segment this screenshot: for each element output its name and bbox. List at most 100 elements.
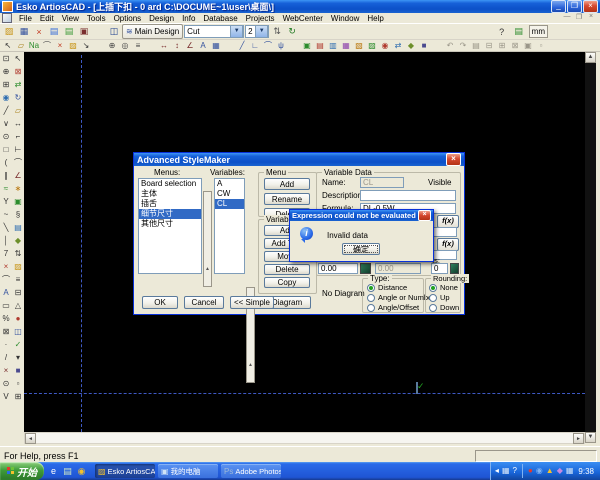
layers-icon[interactable]: ≡ <box>132 40 144 51</box>
rounding-radio-option[interactable]: Down <box>429 303 459 312</box>
menu-item[interactable]: Window <box>327 14 363 23</box>
design-3d-icon[interactable]: ◆ <box>405 40 417 51</box>
media-player-icon[interactable]: ◉ <box>76 466 87 477</box>
chevron-down-icon[interactable]: ▼ <box>255 25 268 38</box>
menus-list-scrollbar[interactable]: ▲ <box>203 191 212 287</box>
menu-item[interactable]: Options <box>110 14 146 23</box>
group-icon[interactable]: ⊞ <box>496 40 508 51</box>
undo-icon[interactable]: ↶ <box>444 40 456 51</box>
dot2-icon[interactable]: ● <box>13 312 24 325</box>
check-icon[interactable]: ✓ <box>13 338 24 351</box>
v-notch-icon[interactable]: V <box>1 390 12 403</box>
layout-icon[interactable]: ▤ <box>314 40 326 51</box>
parallel-icon[interactable]: ∥ <box>1 169 12 182</box>
vertical-scrollbar[interactable]: ▲ <box>585 52 596 432</box>
rebuild-icon[interactable]: ↻ <box>285 25 299 38</box>
rectangle-icon[interactable]: □ <box>1 143 12 156</box>
restore-button[interactable]: ❐ <box>567 0 582 13</box>
panel-icon[interactable]: ▤ <box>13 221 24 234</box>
triangle-icon[interactable]: △ <box>13 299 24 312</box>
render-icon[interactable]: ■ <box>418 40 430 51</box>
detail-view-icon[interactable]: ◎ <box>119 40 131 51</box>
stylemaker-dialog-titlebar[interactable]: Advanced StyleMaker × <box>134 153 464 166</box>
ungroup-icon[interactable]: ⊠ <box>509 40 521 51</box>
delete-x-icon[interactable]: × <box>1 260 12 273</box>
clipboard-icon[interactable]: ▱ <box>15 40 27 51</box>
dropdown-icon[interactable]: ▾ <box>13 351 24 364</box>
line-icon[interactable]: ╱ <box>1 104 12 117</box>
solid-icon[interactable]: ■ <box>13 364 24 377</box>
cancel-button[interactable]: Cancel <box>184 296 224 309</box>
folder-tool-icon[interactable]: ▨ <box>67 40 79 51</box>
menu-item[interactable]: WebCenter <box>279 14 327 23</box>
hatch-icon[interactable]: ▨ <box>13 260 24 273</box>
doc-blue-icon[interactable]: ▤ <box>47 25 61 38</box>
close-button[interactable]: × <box>583 0 598 13</box>
diamond-icon[interactable]: ◆ <box>13 234 24 247</box>
scale-combo[interactable]: 2 ▼ <box>245 25 269 38</box>
delete-tool-icon[interactable]: × <box>54 40 66 51</box>
list-item[interactable]: A <box>215 179 244 189</box>
list-item[interactable]: 细节尺寸 <box>139 209 201 219</box>
properties-icon[interactable]: ▤ <box>470 40 482 51</box>
spec-book-icon[interactable]: ▤ <box>512 25 526 38</box>
doc-green-icon[interactable]: ▤ <box>62 25 76 38</box>
scrollbar-track[interactable] <box>36 433 573 443</box>
menu-item[interactable]: Database <box>199 14 241 23</box>
dim-vertical-icon[interactable]: ↕ <box>171 40 183 51</box>
collapse-icon[interactable]: ⊟ <box>13 286 24 299</box>
help-tray-icon[interactable]: ? <box>513 462 517 480</box>
workspace-icon[interactable]: ◫ <box>107 25 121 38</box>
print-icon[interactable]: ▣ <box>77 25 91 38</box>
error-dialog-titlebar[interactable]: Expression could not be evaluated × <box>290 210 433 221</box>
arc-tool-icon[interactable]: ⌒ <box>262 40 274 51</box>
default-value-field[interactable]: 0.00 <box>318 263 358 274</box>
variable-action-button[interactable]: Copy <box>264 277 310 288</box>
branch-icon[interactable]: Y <box>1 195 12 208</box>
arc-icon[interactable]: ( <box>1 156 12 169</box>
scale-percent-icon[interactable]: % <box>1 312 12 325</box>
rounding-radio-option[interactable]: None <box>429 283 459 292</box>
curve-icon[interactable]: ~ <box>1 208 12 221</box>
grid2-icon[interactable]: ⊞ <box>13 390 24 403</box>
menus-list[interactable]: Board selection主体插舌细节尺寸其他尺寸 <box>138 178 202 274</box>
to-front-icon[interactable]: ▣ <box>522 40 534 51</box>
divide-icon[interactable]: / <box>1 351 12 364</box>
list-item[interactable]: CW <box>215 189 244 199</box>
plot-icon[interactable]: ▦ <box>340 40 352 51</box>
taskbar-task[interactable]: ▣ 我的电脑 <box>158 464 218 478</box>
import-icon[interactable]: ▨ <box>366 40 378 51</box>
menu-item[interactable]: Design <box>145 14 178 23</box>
eye-icon[interactable]: ◉ <box>1 91 12 104</box>
database-icon[interactable]: ◉ <box>379 40 391 51</box>
vertical-line-icon[interactable]: │ <box>1 234 12 247</box>
save-icon[interactable]: ▦ <box>17 25 31 38</box>
update-tray-icon[interactable]: ◉ <box>536 462 543 480</box>
antivirus-tray-icon[interactable]: ◆ <box>557 462 563 480</box>
arc-edit-icon[interactable]: ⌒ <box>13 156 24 169</box>
display-tray-icon[interactable]: ▦ <box>502 462 510 480</box>
trim-icon[interactable]: ⌐ <box>13 130 24 143</box>
main-design-button[interactable]: ≋ Main Design <box>122 24 183 39</box>
target-icon[interactable]: ⊙ <box>1 377 12 390</box>
rounding-radio-option[interactable]: Up <box>429 293 459 302</box>
mdi-restore-icon[interactable]: ❐ <box>574 13 584 21</box>
dim-horizontal-icon[interactable]: ↔ <box>158 40 170 51</box>
section-icon[interactable]: § <box>13 208 24 221</box>
zoom-extents-icon[interactable]: ⊞ <box>1 78 12 91</box>
export-icon[interactable]: ▧ <box>353 40 365 51</box>
list-item[interactable]: 插舌 <box>139 199 201 209</box>
menu-item[interactable]: View <box>58 14 83 23</box>
hook-icon[interactable]: 7 <box>1 247 12 260</box>
list-item[interactable]: 其他尺寸 <box>139 219 201 229</box>
select2-icon[interactable]: ↖ <box>13 52 24 65</box>
menu-item[interactable]: File <box>15 14 36 23</box>
menu-item[interactable]: Info <box>178 14 199 23</box>
polyline-icon[interactable]: ∨ <box>1 117 12 130</box>
slash-icon[interactable]: ╲ <box>1 221 12 234</box>
cross-icon[interactable]: × <box>1 364 12 377</box>
list-item[interactable]: Board selection <box>139 179 201 189</box>
start-button[interactable]: 开始 <box>0 462 44 480</box>
layers2-icon[interactable]: ≡ <box>13 273 24 286</box>
minimize-button[interactable]: _ <box>551 0 566 13</box>
